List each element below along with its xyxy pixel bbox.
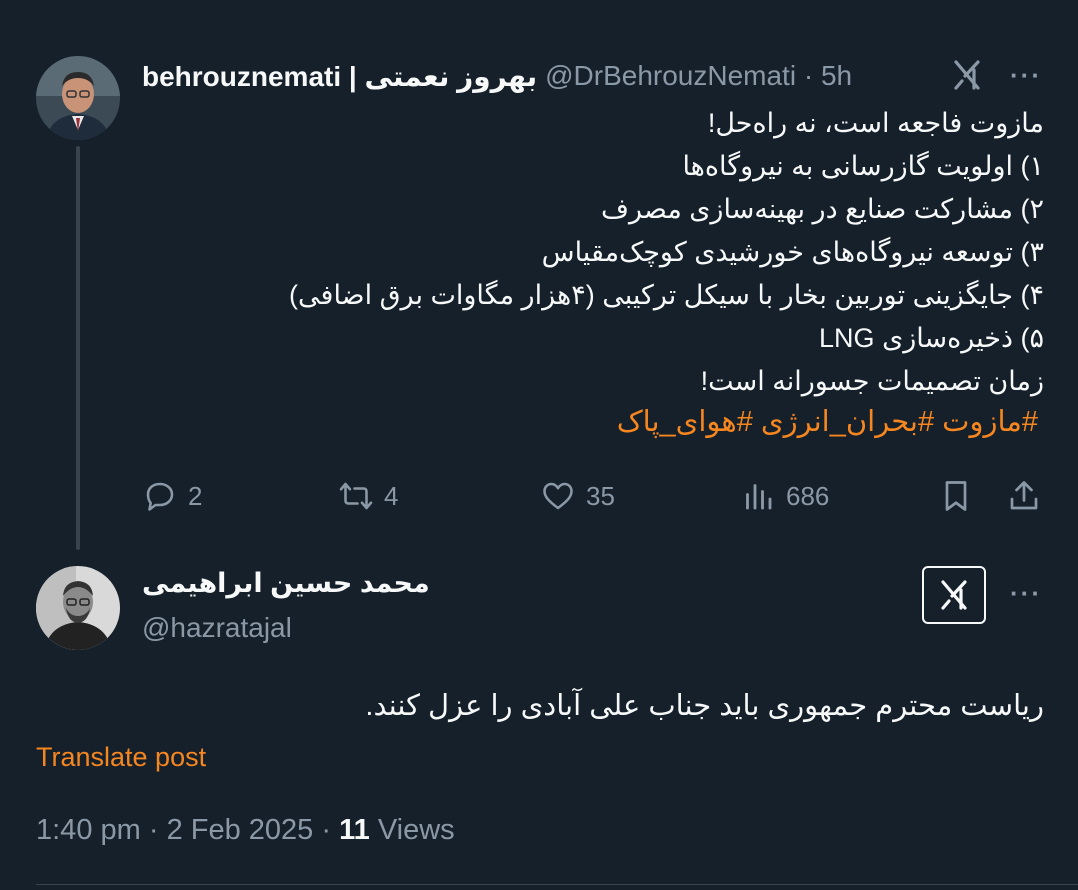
avatar[interactable] <box>36 56 120 140</box>
post-header: behrouznemati | بهروز نعمتی @DrBehrouzNe… <box>142 58 852 94</box>
views-label: Views <box>377 814 455 846</box>
post-line: ۵) ذخیره‌سازی LNG <box>819 323 1044 353</box>
translate-post-link[interactable]: Translate post <box>36 742 206 773</box>
views-count: 686 <box>786 480 830 511</box>
bookmark-button[interactable] <box>938 474 974 518</box>
hashtag-links[interactable]: #مازوت #بحران_انرژی #هوای_پاک <box>617 404 1038 439</box>
display-name[interactable]: behrouznemati | بهروز نعمتی <box>142 60 537 93</box>
like-count: 35 <box>586 480 615 511</box>
grok-icon[interactable] <box>922 566 986 624</box>
like-icon <box>543 482 573 510</box>
post-date[interactable]: 2 Feb 2025 <box>167 814 314 846</box>
user-handle[interactable]: @hazratajal <box>142 612 292 644</box>
bookmark-icon <box>945 481 967 511</box>
views-count: 11 <box>339 814 370 846</box>
reply-icon <box>146 482 174 511</box>
post-time-separator: · <box>796 60 821 91</box>
post-line: ۱) اولویت گازرسانی به نیروگاه‌ها <box>682 151 1044 181</box>
meta-separator: · <box>148 814 167 846</box>
thread-connector-line <box>76 146 80 550</box>
avatar[interactable] <box>36 566 120 650</box>
share-icon <box>1010 481 1038 510</box>
repost-count: 4 <box>384 480 399 511</box>
display-name[interactable]: محمد حسین ابراهیمی <box>142 568 430 599</box>
like-button[interactable]: 35 <box>540 474 615 518</box>
views-button[interactable]: 686 <box>740 474 829 518</box>
post-line: ۳) توسعه نیروگاه‌های خورشیدی کوچک‌مقیاس <box>541 237 1044 267</box>
share-button[interactable] <box>1006 474 1042 518</box>
more-icon[interactable]: ··· <box>1006 60 1046 90</box>
reply-count: 2 <box>188 480 203 511</box>
post-thread: behrouznemati | بهروز نعمتی @DrBehrouzNe… <box>0 0 1078 890</box>
post-time[interactable]: 5h <box>821 60 852 92</box>
repost-icon <box>339 482 373 510</box>
divider <box>36 884 1078 885</box>
repost-button[interactable]: 4 <box>338 474 398 518</box>
more-icon[interactable]: ··· <box>1006 578 1046 608</box>
post-body: ریاست محترم جمهوری باید جناب علی آبادی ر… <box>365 690 1044 722</box>
post-line: زمان تصمیمات جسورانه است! <box>700 366 1044 396</box>
post-meta: 1:40 pm · 2 Feb 2025 · 11 Views <box>36 814 455 847</box>
user-handle[interactable]: @DrBehrouzNemati <box>545 60 796 92</box>
reply-button[interactable]: 2 <box>142 474 202 518</box>
post-time[interactable]: 1:40 pm <box>36 814 141 846</box>
post-line: ۲) مشارکت صنایع در بهینه‌سازی مصرف <box>601 194 1044 224</box>
post-line: مازوت فاجعه است، نه راه‌حل! <box>707 108 1044 138</box>
post-body: مازوت فاجعه است، نه راه‌حل! ۱) اولویت گا… <box>164 102 1044 403</box>
grok-icon[interactable] <box>948 56 986 94</box>
meta-separator: · <box>321 814 340 846</box>
post-line: ۴) جایگزینی توربین بخار با سیکل ترکیبی (… <box>289 280 1044 310</box>
views-icon <box>746 484 772 510</box>
